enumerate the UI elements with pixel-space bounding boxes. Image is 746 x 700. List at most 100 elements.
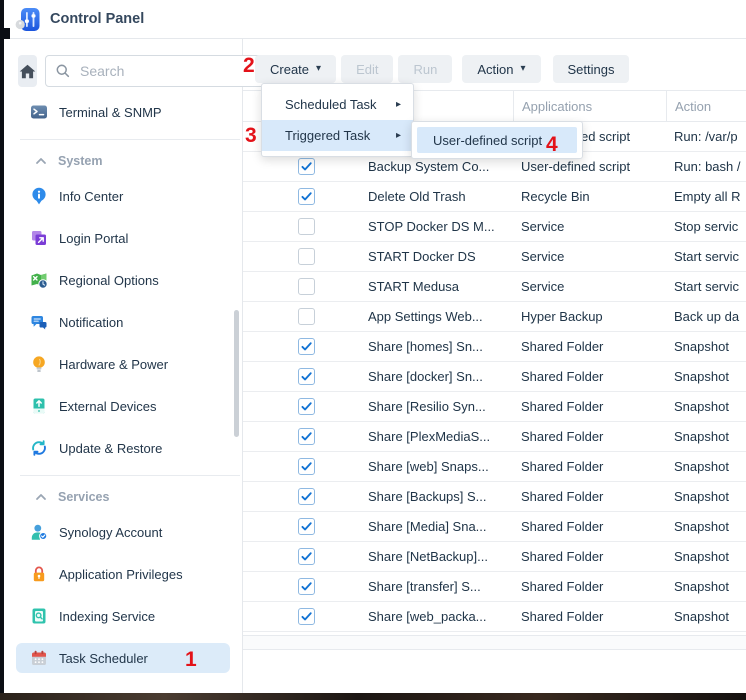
external-devices-icon [30,397,48,415]
login-portal-icon [30,229,48,247]
checkbox-cell [243,428,368,445]
table-row[interactable]: App Settings Web...Hyper BackupBack up d… [243,302,746,332]
table-row[interactable]: Share [NetBackup]...Shared FolderSnapsho… [243,542,746,572]
sidebar-item-label: Info Center [59,189,123,204]
menu-item-triggered-task[interactable]: Triggered Task▸ [262,120,413,151]
row-checkbox[interactable] [298,338,315,355]
sidebar-item-hardware-power[interactable]: Hardware & Power [16,349,230,379]
row-checkbox[interactable] [298,248,315,265]
row-checkbox[interactable] [298,458,315,475]
table-row[interactable]: Share [Backups] S...Shared FolderSnapsho… [243,482,746,512]
header-applications[interactable]: Applications [513,91,666,121]
row-checkbox[interactable] [298,188,315,205]
table-row[interactable]: Share [Media] Sna...Shared FolderSnapsho… [243,512,746,542]
row-checkbox[interactable] [298,368,315,385]
hardware-power-icon [30,355,48,373]
submenu-arrow-icon: ▸ [396,99,401,110]
row-checkbox[interactable] [298,308,315,325]
main-panel: Create▾EditRunAction▾Settings Applicatio… [243,39,746,694]
table-row[interactable]: Share [transfer] S...Shared FolderSnapsh… [243,572,746,602]
task-name-cell: Delete Old Trash [368,189,513,204]
sidebar-item-label: Synology Account [59,525,162,540]
info-center-icon [30,187,48,205]
task-table: Applications Action User-defined script R… [243,90,746,632]
row-checkbox[interactable] [298,278,315,295]
table-row[interactable]: Share [web] Snaps...Shared FolderSnapsho… [243,452,746,482]
application-cell: Service [513,219,666,234]
application-cell: Shared Folder [513,519,666,534]
run-button: Run [398,55,452,83]
sidebar-item-info-center[interactable]: Info Center [16,181,230,211]
action-cell: Run: bash / [666,159,746,174]
sidebar-section-label: Services [58,490,109,504]
settings-button[interactable]: Settings [553,55,630,83]
sidebar-item-login-portal[interactable]: Login Portal [16,223,230,253]
table-row[interactable]: START Docker DSServiceStart servic [243,242,746,272]
action-cell: Start servic [666,249,746,264]
sidebar-item-external-devices[interactable]: External Devices [16,391,230,421]
table-row[interactable]: Share [homes] Sn...Shared FolderSnapshot [243,332,746,362]
action-cell: Snapshot [666,549,746,564]
home-button[interactable] [18,55,37,87]
task-name-cell: Share [NetBackup]... [368,549,513,564]
task-name-cell: START Medusa [368,279,513,294]
header-action[interactable]: Action [666,91,746,121]
create-button[interactable]: Create▾ [255,55,336,83]
sidebar-section-services[interactable]: Services [16,490,230,504]
action-button[interactable]: Action▾ [462,55,540,83]
checkbox-cell [243,518,368,535]
sidebar-section-system[interactable]: System [16,154,230,168]
window-title: Control Panel [50,11,144,27]
task-name-cell: Share [Resilio Syn... [368,399,513,414]
row-checkbox[interactable] [298,488,315,505]
action-cell: Run: /var/p [666,129,746,144]
row-checkbox[interactable] [298,158,315,175]
control-panel-window: Control Panel Terminal & SNMP System Info … [4,0,746,694]
sidebar-item-update-restore[interactable]: Update & Restore [16,433,230,463]
menu-item-label: Scheduled Task [285,97,377,112]
search-box[interactable] [45,55,272,87]
action-cell: Snapshot [666,429,746,444]
table-row[interactable]: Share [web_packa...Shared FolderSnapshot [243,602,746,632]
table-row[interactable]: STOP Docker DS M...ServiceStop servic [243,212,746,242]
sidebar-item-regional-options[interactable]: Regional Options [16,265,230,295]
table-row[interactable]: Share [Resilio Syn...Shared FolderSnapsh… [243,392,746,422]
row-checkbox[interactable] [298,218,315,235]
desktop-background: Control Panel Terminal & SNMP System Info … [0,0,746,700]
sidebar-item-indexing-service[interactable]: Indexing Service [16,601,230,631]
button-label: Action [477,62,513,77]
chevron-up-icon [34,154,48,168]
application-cell: Service [513,279,666,294]
sidebar-scrollbar[interactable] [234,310,239,437]
menu-item-scheduled-task[interactable]: Scheduled Task ▸ [262,89,413,120]
sidebar-item-label: External Devices [59,399,157,414]
sidebar-item-label: Update & Restore [59,441,162,456]
table-row[interactable]: Delete Old TrashRecycle BinEmpty all R [243,182,746,212]
sidebar-item-label: Regional Options [59,273,159,288]
row-checkbox[interactable] [298,398,315,415]
sidebar-item-terminal-snmp[interactable]: Terminal & SNMP [16,97,230,127]
table-body: User-defined scriptRun: /var/pBackup Sys… [243,122,746,632]
table-row[interactable]: Share [docker] Sn...Shared FolderSnapsho… [243,362,746,392]
titlebar: Control Panel [4,0,746,39]
sidebar-item-synology-account[interactable]: Synology Account [16,517,230,547]
table-row[interactable]: START MedusaServiceStart servic [243,272,746,302]
row-checkbox[interactable] [298,548,315,565]
checkbox-cell [243,218,368,235]
row-checkbox[interactable] [298,608,315,625]
table-row[interactable]: Share [PlexMediaS...Shared FolderSnapsho… [243,422,746,452]
sidebar-item-notification[interactable]: Notification [16,307,230,337]
sidebar-item-application-privileges[interactable]: Application Privileges [16,559,230,589]
sidebar-item-label: Terminal & SNMP [59,105,162,120]
checkbox-cell [243,248,368,265]
control-panel-icon [14,6,41,33]
menu-item-label: User-defined script [433,133,542,148]
sidebar-item-label: Login Portal [59,231,128,246]
application-cell: Recycle Bin [513,189,666,204]
application-cell: Service [513,249,666,264]
search-input[interactable] [78,62,263,80]
row-checkbox[interactable] [298,428,315,445]
row-checkbox[interactable] [298,518,315,535]
sidebar-item-task-scheduler[interactable]: Task Scheduler [16,643,230,673]
row-checkbox[interactable] [298,578,315,595]
